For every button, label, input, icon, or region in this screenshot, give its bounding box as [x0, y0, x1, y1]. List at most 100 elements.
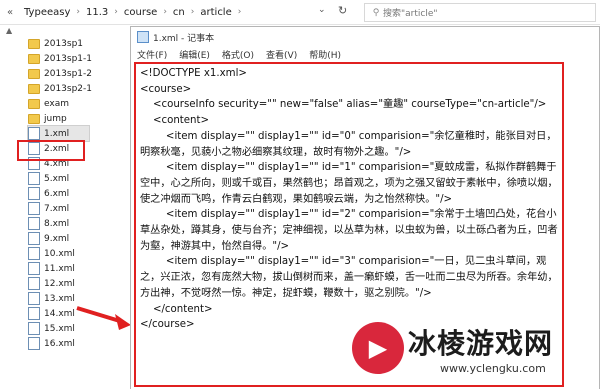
file-name: 2013sp1-2	[44, 68, 93, 79]
search-icon: ⚲	[372, 7, 380, 18]
text-line: <courseInfo security="" new="false" alia…	[140, 99, 547, 111]
file-name: 9.xml	[44, 233, 70, 244]
folder-item[interactable]: exam	[28, 96, 69, 111]
breadcrumb-item[interactable]: cn	[173, 7, 185, 18]
file-name: 2013sp2-1	[44, 83, 93, 94]
xml-file-icon	[28, 232, 40, 245]
notepad-title: 1.xml - 记事本	[153, 33, 215, 44]
watermark-title: 冰棱游戏网	[408, 327, 554, 360]
xml-file-icon	[28, 322, 40, 335]
breadcrumb: Typeeasy › 11.3 › course › cn › article ›	[20, 0, 241, 24]
file-name: exam	[44, 98, 69, 109]
file-item[interactable]: 10.xml	[28, 246, 75, 261]
text-line: <!DOCTYPE x1.xml>	[140, 68, 247, 79]
file-name: 15.xml	[44, 323, 75, 334]
file-item[interactable]: 13.xml	[28, 291, 75, 306]
xml-file-icon	[28, 127, 40, 140]
text-line: </content>	[140, 303, 213, 315]
file-item[interactable]: 5.xml	[28, 171, 69, 186]
text-line: <item display="" display1="" id="0" comp…	[140, 130, 557, 158]
file-item[interactable]: 8.xml	[28, 216, 69, 231]
xml-file-icon	[28, 202, 40, 215]
folder-icon	[28, 53, 40, 64]
folder-item[interactable]: 2013sp1-1	[28, 51, 92, 66]
file-name: 10.xml	[44, 248, 75, 259]
menu-item[interactable]: 帮助(H)	[309, 48, 341, 61]
file-name: 11.xml	[44, 263, 75, 274]
menu-item[interactable]: 查看(V)	[266, 48, 297, 61]
file-item[interactable]: 1.xml	[26, 125, 91, 142]
xml-file-icon	[28, 187, 40, 200]
folder-item[interactable]: 2013sp1	[28, 36, 83, 51]
xml-file-icon	[28, 262, 40, 275]
breadcrumb-separator-icon[interactable]: ›	[238, 7, 242, 17]
file-name: 7.xml	[44, 203, 70, 214]
file-item[interactable]: 7.xml	[28, 201, 69, 216]
menu-item[interactable]: 格式(O)	[222, 48, 254, 61]
file-item[interactable]: 15.xml	[28, 321, 75, 336]
file-item[interactable]: 9.xml	[28, 231, 69, 246]
folder-icon	[28, 68, 40, 79]
notepad-titlebar: 1.xml - 记事本	[131, 27, 599, 47]
xml-file-icon	[28, 337, 40, 350]
xml-file-icon	[28, 172, 40, 185]
breadcrumb-item[interactable]: course	[124, 7, 157, 18]
watermark-url: www.yclengku.com	[440, 362, 546, 375]
menu-item[interactable]: 文件(F)	[137, 48, 167, 61]
breadcrumb-item[interactable]: Typeeasy	[24, 7, 70, 18]
breadcrumb-item[interactable]: article	[200, 7, 231, 18]
breadcrumb-item[interactable]: 11.3	[86, 7, 108, 18]
file-item[interactable]: 12.xml	[28, 276, 75, 291]
file-list: 2013sp1 2013sp1-1 2013sp1-2 2013sp2-1 exam ju…	[0, 24, 132, 388]
xml-file-icon	[28, 247, 40, 260]
file-name: 8.xml	[44, 218, 70, 229]
back-history-icon[interactable]: «	[0, 7, 20, 18]
xml-file-icon	[28, 307, 40, 320]
file-name: 1.xml	[44, 128, 70, 139]
file-item[interactable]: 11.xml	[28, 261, 75, 276]
watermark: ▶ 冰棱游戏网 www.yclengku.com	[352, 318, 600, 388]
notepad-icon	[137, 31, 149, 43]
folder-item[interactable]: jump	[28, 111, 67, 126]
refresh-icon[interactable]: ↻	[338, 4, 347, 17]
text-line: <item display="" display1="" id="1" comp…	[140, 162, 558, 205]
scroll-up-icon[interactable]: ▲	[6, 26, 12, 35]
folder-icon	[28, 98, 40, 109]
folder-item[interactable]: 2013sp2-1	[28, 81, 92, 96]
arrow-annotation-icon	[76, 306, 131, 330]
breadcrumb-separator-icon[interactable]: ›	[114, 7, 118, 17]
file-name: 12.xml	[44, 278, 75, 289]
file-item[interactable]: 16.xml	[28, 336, 75, 351]
file-name: 16.xml	[44, 338, 75, 349]
search-input[interactable]: ⚲ 搜索"article"	[364, 3, 596, 22]
xml-file-icon	[28, 292, 40, 305]
text-line: <course>	[140, 83, 192, 95]
text-line: <content>	[140, 115, 210, 127]
xml-file-icon	[28, 217, 40, 230]
breadcrumb-separator-icon[interactable]: ›	[163, 7, 167, 17]
menu-item[interactable]: 编辑(E)	[179, 48, 210, 61]
file-name: jump	[44, 113, 67, 124]
file-item[interactable]: 14.xml	[28, 306, 75, 321]
text-line: <item display="" display1="" id="2" comp…	[140, 209, 558, 252]
file-name: 5.xml	[44, 173, 70, 184]
search-placeholder: 搜索"article"	[383, 9, 438, 19]
breadcrumb-separator-icon[interactable]: ›	[191, 7, 195, 17]
folder-item[interactable]: 2013sp1-2	[28, 66, 92, 81]
file-name: 13.xml	[44, 293, 75, 304]
file-name: 14.xml	[44, 308, 75, 319]
file-name: 2013sp1-1	[44, 53, 93, 64]
file-name: 6.xml	[44, 188, 70, 199]
xml-file-icon	[28, 277, 40, 290]
file-item[interactable]: 6.xml	[28, 186, 69, 201]
address-dropdown-icon[interactable]: ⌄	[318, 5, 326, 15]
breadcrumb-separator-icon[interactable]: ›	[76, 7, 80, 17]
file-name: 2013sp1	[44, 38, 84, 49]
folder-icon	[28, 113, 40, 124]
folder-icon	[28, 38, 40, 49]
notepad-menubar: 文件(F) 编辑(E) 格式(O) 查看(V) 帮助(H)	[131, 47, 599, 61]
watermark-logo-icon: ▶	[352, 322, 404, 374]
text-line: <item display="" display1="" id="3" comp…	[140, 256, 558, 299]
folder-icon	[28, 83, 40, 94]
selection-highlight-box	[17, 140, 85, 161]
